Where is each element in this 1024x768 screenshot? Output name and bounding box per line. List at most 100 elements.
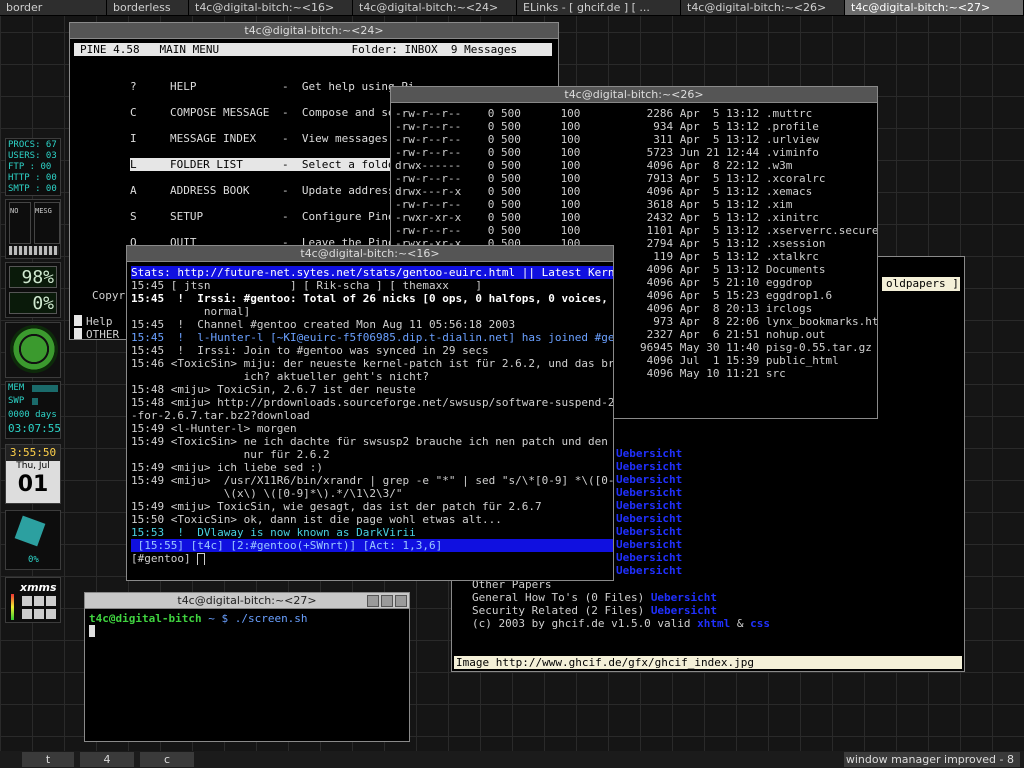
task-tab-borderless[interactable]: borderless (107, 0, 189, 15)
mail-dockapp: NO MESG (5, 199, 61, 259)
bottom-taskbar: t 4 c window manager improved - 8 (0, 751, 1024, 768)
gauge-dockapp (5, 322, 61, 378)
play-icon[interactable] (34, 596, 44, 606)
pine-menu-compose[interactable]: C COMPOSE MESSAGE - Compose and sen (130, 106, 401, 119)
maximize-icon[interactable] (381, 595, 393, 607)
uebersicht-link[interactable]: Uebersicht (616, 551, 682, 564)
task-tab-elinks[interactable]: ELinks - [ ghcif.de ] [ ... (517, 0, 681, 15)
screen-titlebar[interactable]: t4c@digital-bitch:~<27> (85, 593, 409, 609)
uebersicht-link[interactable]: Uebersicht (616, 512, 682, 525)
task-tab-border[interactable]: border (0, 0, 107, 15)
volume-bar[interactable] (11, 594, 14, 620)
meminfo-dockapp: MEM SWP 0000 days 03:07:55 (5, 381, 61, 439)
uptime-time: 03:07:55 (8, 422, 61, 435)
irc-line: ich? aktueller geht's nicht? (131, 370, 430, 383)
block-cursor (89, 625, 95, 637)
task-tab-term-16[interactable]: t4c@digital-bitch:~<16> (189, 0, 353, 15)
security-row: Security Related (2 Files) Uebersicht (472, 604, 717, 617)
users-count: USERS: 03 (8, 151, 57, 161)
cube-icon (14, 515, 46, 547)
uebersicht-link[interactable]: Uebersicht (616, 538, 682, 551)
irc-line: 15:50 <ToxicSin> ok, dann ist die page w… (131, 513, 502, 526)
mem-bar (32, 385, 58, 392)
clock-time: 3:55:50 (6, 445, 60, 461)
general-link[interactable]: Uebersicht (651, 591, 717, 604)
xhtml-link[interactable]: xhtml (697, 617, 730, 630)
pine-menu-folders[interactable]: L FOLDER LIST - Select a folder (130, 158, 410, 171)
menu-desc: - Compose and sen (282, 106, 402, 119)
irc-line: 15:49 <miju> ToxicSin, wie gesagt, das i… (131, 500, 542, 513)
task-tab-term-26[interactable]: t4c@digital-bitch:~<26> (681, 0, 845, 15)
uebersicht-link[interactable]: Uebersicht (616, 564, 682, 577)
pine-footer-help[interactable]: Help (86, 315, 113, 328)
elinks-tab[interactable]: oldpapers ] (882, 277, 960, 291)
no-label: NO (10, 207, 19, 215)
pine-menu-help[interactable]: ? HELP - Get help using Pi (130, 80, 414, 93)
mem-label: MEM (8, 383, 25, 393)
irc-line: 15:49 <l-Hunter-l> morgen (131, 422, 297, 435)
pine-menu-setup[interactable]: S SETUP - Configure Pine (130, 210, 395, 223)
css-link[interactable]: css (750, 617, 770, 630)
ls-row: -rw-r--r-- 0 500 100 5723 Jun 21 12:44 .… (395, 146, 819, 159)
mail-bar (9, 246, 59, 255)
window-buttons (367, 595, 407, 607)
mesg-label: MESG (35, 207, 52, 215)
uebersicht-link[interactable]: Uebersicht (616, 460, 682, 473)
minimize-icon[interactable] (367, 595, 379, 607)
task-tab-term-24[interactable]: t4c@digital-bitch:~<24> (353, 0, 517, 15)
ls-row: -rw-r--r-- 0 500 100 2286 Apr 5 13:12 .m… (395, 107, 813, 120)
irssi-window[interactable]: t4c@digital-bitch:~<16> Stats: http://fu… (126, 245, 614, 581)
uebersicht-link[interactable]: Uebersicht (616, 499, 682, 512)
ls-row: -rw-r--r-- 0 500 100 1101 Apr 5 13:12 .x… (395, 224, 877, 237)
prev-icon[interactable] (22, 596, 32, 606)
irc-line: 15:49 <ToxicSin> ne ich dachte für swsus… (131, 435, 613, 448)
ls-row: -rw-r--r-- 0 500 100 934 Apr 5 13:12 .pr… (395, 120, 819, 133)
irc-line: 15:45 ! Irssi: #gentoo: Total of 26 nick… (131, 292, 613, 305)
mail-indicator: NO (9, 202, 31, 244)
security-link[interactable]: Uebersicht (651, 604, 717, 617)
elinks-statusbar: Image http://www.ghcif.de/gfx/ghcif_inde… (454, 656, 962, 669)
uebersicht-link[interactable]: Uebersicht (616, 525, 682, 538)
stop-icon[interactable] (22, 609, 32, 619)
irc-line: \(x\) \([0-9]*\).*/\1\2\3/" (131, 487, 403, 500)
close-icon[interactable] (395, 595, 407, 607)
irssi-titlebar[interactable]: t4c@digital-bitch:~<16> (127, 246, 613, 262)
workspace-4[interactable]: 4 (80, 752, 134, 767)
irc-line: nur für 2.6.2 (131, 448, 330, 461)
workspace-c[interactable]: c (140, 752, 194, 767)
next-icon[interactable] (34, 609, 44, 619)
workspace-t[interactable]: t (22, 752, 74, 767)
copyright-text: (c) 2003 by ghcif.de v1.5.0 valid (472, 617, 691, 630)
text-cursor (197, 552, 206, 565)
pine-menu-addrbook[interactable]: A ADDRESS BOOK - Update address (130, 184, 395, 197)
ls-row: -rw-r--r-- 0 500 100 7913 Apr 5 13:12 .x… (395, 172, 826, 185)
menu-desc: - Update address (282, 184, 395, 197)
ls-row: -rw-r--r-- 0 500 100 3618 Apr 5 13:12 .x… (395, 198, 793, 211)
uebersicht-link[interactable]: Uebersicht (616, 486, 682, 499)
eject-icon[interactable] (46, 609, 56, 619)
task-tab-term-27[interactable]: t4c@digital-bitch:~<27> (845, 0, 1024, 15)
mesg-indicator: MESG (34, 202, 60, 244)
uebersicht-link[interactable]: Uebersicht (616, 447, 682, 460)
irc-line: 15:48 <miju> ToxicSin, 2.6.7 ist der neu… (131, 383, 416, 396)
ls-titlebar[interactable]: t4c@digital-bitch:~<26> (391, 87, 877, 103)
irssi-buffer: Stats: http://future-net.sytes.net/stats… (127, 262, 613, 565)
uptime-days: 0000 days (8, 410, 57, 420)
pause-icon[interactable] (46, 596, 56, 606)
menu-key: I (130, 132, 137, 145)
security-label: Security Related (2 Files) (472, 604, 645, 617)
irc-line: 15:45 [ jtsn ] [ Rik-scha ] [ themaxx ] (131, 279, 482, 292)
clock-dockapp: 3:55:50 Thu, Jul 01 (5, 444, 61, 504)
menu-key: C (130, 106, 137, 119)
uebersicht-link[interactable]: Uebersicht (616, 473, 682, 486)
pine-menu-index[interactable]: I MESSAGE INDEX - View messages i (130, 132, 401, 145)
screen-terminal-window[interactable]: t4c@digital-bitch:~<27> t4c@digital-bitc… (84, 592, 410, 742)
ftp-count: FTP : 00 (8, 162, 52, 172)
pine-titlebar[interactable]: t4c@digital-bitch:~<24> (70, 23, 558, 39)
other-key-badge (74, 328, 82, 339)
irc-input-line[interactable]: [#gentoo] (131, 552, 613, 565)
xmms-label: xmms (20, 581, 57, 594)
screen-terminal-body[interactable]: t4c@digital-bitch ~ $ ./screen.sh (85, 609, 409, 638)
ls-row: drwx------ 0 500 100 4096 Apr 8 22:12 .w… (395, 159, 793, 172)
xmms-dockapp: xmms (5, 577, 61, 623)
